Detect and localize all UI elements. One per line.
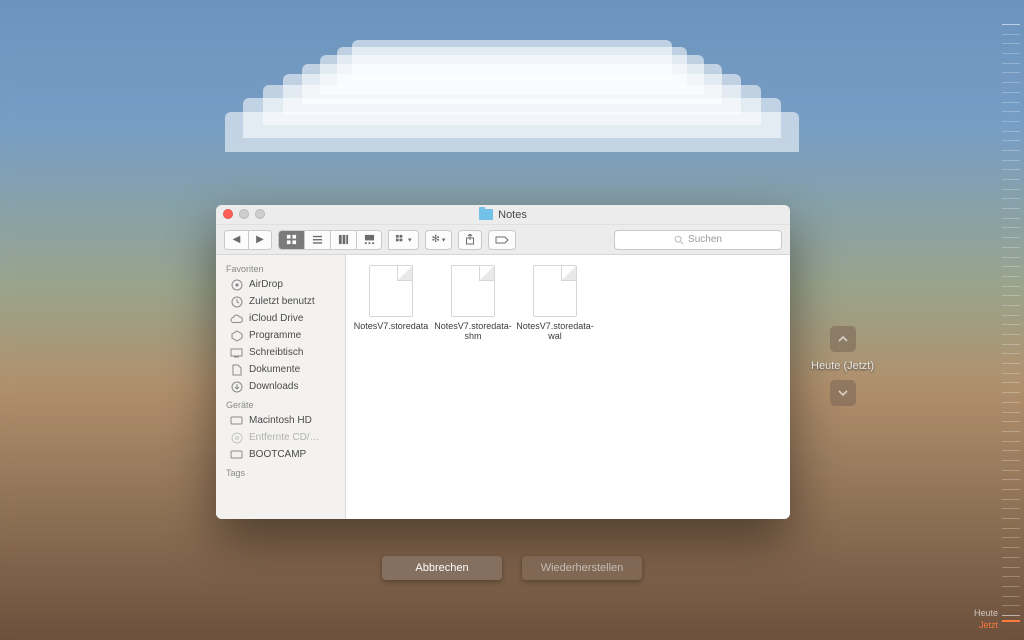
view-icons-button[interactable] xyxy=(278,230,304,250)
search-placeholder: Suchen xyxy=(688,234,722,245)
sidebar-item-remote-disc[interactable]: Entfernte CD/… xyxy=(216,429,345,446)
file-label: NotesV7.storedata-shm xyxy=(434,321,512,342)
view-gallery-button[interactable] xyxy=(356,230,382,250)
zoom-button[interactable] xyxy=(255,209,265,219)
file-label: NotesV7.storedata xyxy=(354,321,429,331)
titlebar[interactable]: Notes xyxy=(216,205,790,225)
timeline-labels: Heute Jetzt xyxy=(974,607,998,632)
sidebar-heading-favorites: Favoriten xyxy=(216,259,345,276)
timeline-controls: Heute (Jetzt) xyxy=(811,326,874,406)
search-input[interactable]: Suchen xyxy=(614,230,782,250)
cloud-icon xyxy=(230,312,243,325)
timeline-now-marker xyxy=(1002,620,1020,622)
bottom-bar: Abbrechen Wiederherstellen xyxy=(382,556,642,580)
file-icon xyxy=(451,265,495,317)
download-icon xyxy=(230,380,243,393)
sidebar-item-documents[interactable]: Dokumente xyxy=(216,361,345,378)
sidebar-item-apps[interactable]: Programme xyxy=(216,327,345,344)
timeline-next-button[interactable] xyxy=(830,380,856,406)
folder-icon xyxy=(479,209,493,220)
sidebar-item-macintosh-hd[interactable]: Macintosh HD xyxy=(216,412,345,429)
toolbar: ◀ ▶ ▾ ✻ ▾ Suchen xyxy=(216,225,790,255)
view-columns-button[interactable] xyxy=(330,230,356,250)
timeline-top-label: Heute xyxy=(974,607,998,620)
doc-icon xyxy=(230,363,243,376)
arrange-button[interactable]: ▾ xyxy=(388,230,419,250)
sidebar-item-recents[interactable]: Zuletzt benutzt xyxy=(216,293,345,310)
clock-icon xyxy=(230,295,243,308)
file-grid[interactable]: NotesV7.storedata NotesV7.storedata-shm … xyxy=(346,255,790,519)
share-button[interactable] xyxy=(458,230,482,250)
timeline-prev-button[interactable] xyxy=(830,326,856,352)
close-button[interactable] xyxy=(223,209,233,219)
airdrop-icon xyxy=(230,278,243,291)
file-icon xyxy=(369,265,413,317)
apps-icon xyxy=(230,329,243,342)
file-label: NotesV7.storedata-wal xyxy=(516,321,594,342)
view-list-button[interactable] xyxy=(304,230,330,250)
sidebar-heading-tags: Tags xyxy=(216,463,345,480)
disc-icon xyxy=(230,431,243,444)
cancel-button[interactable]: Abbrechen xyxy=(382,556,502,580)
file-item[interactable]: NotesV7.storedata xyxy=(352,265,430,331)
view-switcher xyxy=(278,230,382,250)
sidebar-item-downloads[interactable]: Downloads xyxy=(216,378,345,395)
finder-window: Notes ◀ ▶ ▾ ✻ ▾ Suchen Favoriten AirDrop xyxy=(216,205,790,519)
disk-icon xyxy=(230,414,243,427)
search-icon xyxy=(674,235,684,245)
sidebar-item-airdrop[interactable]: AirDrop xyxy=(216,276,345,293)
timeline-ruler[interactable]: for(let i=0;i<60;i++)document.write('<di… xyxy=(1002,24,1020,616)
sidebar: Favoriten AirDrop Zuletzt benutzt iCloud… xyxy=(216,255,346,519)
file-item[interactable]: NotesV7.storedata-shm xyxy=(434,265,512,342)
sidebar-item-icloud[interactable]: iCloud Drive xyxy=(216,310,345,327)
sidebar-heading-devices: Geräte xyxy=(216,395,345,412)
window-controls xyxy=(223,209,265,219)
sidebar-item-bootcamp[interactable]: BOOTCAMP xyxy=(216,446,345,463)
back-button[interactable]: ◀ xyxy=(224,230,248,250)
sidebar-item-desktop[interactable]: Schreibtisch xyxy=(216,344,345,361)
window-title: Notes xyxy=(498,209,527,221)
action-button[interactable]: ✻ ▾ xyxy=(425,230,453,250)
file-item[interactable]: NotesV7.storedata-wal xyxy=(516,265,594,342)
tags-button[interactable] xyxy=(488,230,516,250)
timeline-current-label: Heute (Jetzt) xyxy=(811,360,874,372)
file-icon xyxy=(533,265,577,317)
desktop-icon xyxy=(230,346,243,359)
disk-icon xyxy=(230,448,243,461)
timeline-now-label: Jetzt xyxy=(974,619,998,632)
minimize-button[interactable] xyxy=(239,209,249,219)
forward-button[interactable]: ▶ xyxy=(248,230,272,250)
restore-button[interactable]: Wiederherstellen xyxy=(522,556,642,580)
